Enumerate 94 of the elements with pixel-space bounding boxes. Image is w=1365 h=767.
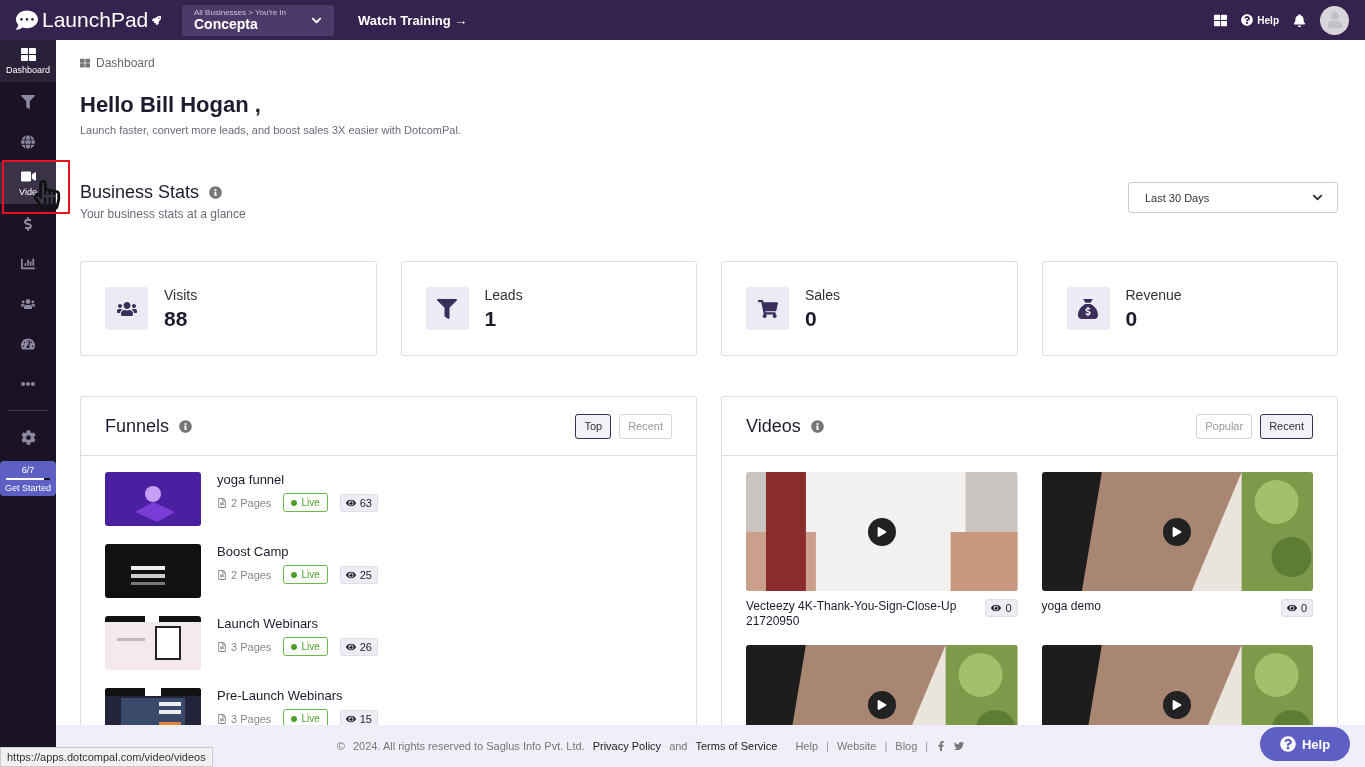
footer-link[interactable]: Blog bbox=[895, 740, 918, 752]
info-icon[interactable] bbox=[179, 419, 193, 433]
help-link[interactable]: Help bbox=[1241, 14, 1279, 26]
conjunction-text: and bbox=[669, 740, 688, 752]
separator: | bbox=[884, 740, 888, 752]
eye-icon bbox=[345, 569, 356, 580]
twitter-icon[interactable] bbox=[954, 741, 965, 751]
video-camera-icon bbox=[20, 169, 36, 184]
privacy-link[interactable]: Privacy Policy bbox=[592, 740, 662, 752]
view-count: 26 bbox=[339, 637, 378, 656]
help-icon bbox=[1279, 736, 1296, 752]
section-subtitle: Your business stats at a glance bbox=[80, 207, 246, 221]
page-count: 3 Pages bbox=[217, 712, 272, 725]
money-bag-icon bbox=[1078, 298, 1098, 319]
user-avatar[interactable] bbox=[1320, 5, 1349, 35]
business-selector[interactable]: All Businesses > You're In Concepta bbox=[182, 4, 334, 36]
eye-icon bbox=[1286, 603, 1297, 613]
page-count: 2 Pages bbox=[217, 568, 272, 581]
greeting-title: Hello Bill Hogan , bbox=[80, 92, 262, 118]
dollar-icon bbox=[21, 217, 35, 231]
document-icon bbox=[217, 713, 227, 724]
date-range-select[interactable]: Last 30 Days bbox=[1128, 182, 1338, 213]
bar-chart-icon bbox=[21, 257, 35, 271]
dashboard-icon bbox=[80, 58, 90, 68]
view-count: 0 bbox=[1280, 599, 1313, 617]
video-title[interactable]: Vecteezy 4K-Thank-You-Sign-Close-Up 21720950 bbox=[746, 599, 978, 629]
view-count: 63 bbox=[339, 493, 378, 512]
view-count: 25 bbox=[339, 565, 378, 584]
logo-icon bbox=[16, 9, 38, 31]
document-icon bbox=[217, 497, 227, 508]
business-crumb: All Businesses > You're In bbox=[194, 8, 287, 17]
eye-icon bbox=[345, 713, 356, 724]
funnel-name[interactable]: Launch Webinars bbox=[217, 616, 378, 631]
copyright-icon: © bbox=[336, 740, 345, 752]
business-name: Concepta bbox=[194, 17, 259, 32]
help-button[interactable]: Help bbox=[1260, 727, 1350, 761]
footer-link[interactable]: Website bbox=[836, 740, 877, 752]
page-count: 3 Pages bbox=[217, 640, 272, 653]
eye-icon bbox=[345, 497, 356, 508]
page-count: 2 Pages bbox=[217, 496, 272, 509]
document-icon bbox=[217, 569, 227, 580]
filter-tab[interactable]: Recent bbox=[1260, 413, 1313, 439]
filter-icon bbox=[21, 95, 35, 109]
dashboard-icon bbox=[20, 47, 36, 62]
status-label: Live bbox=[283, 637, 328, 656]
stat-value: 0 bbox=[805, 306, 818, 331]
chevron-down-icon bbox=[1312, 192, 1323, 203]
funnel-name[interactable]: yoga funnel bbox=[217, 472, 378, 487]
brand-name: LaunchPad bbox=[42, 8, 149, 32]
stat-label: Leads bbox=[484, 286, 523, 303]
help-icon bbox=[1241, 14, 1254, 26]
filter-tab[interactable]: Top bbox=[575, 413, 612, 439]
panel-title: Funnels bbox=[105, 415, 170, 437]
eye-icon bbox=[991, 603, 1002, 613]
separator: | bbox=[826, 740, 829, 752]
greeting-subtitle: Launch faster, convert more leads, and boost sales 3X easier with DotcomPal. bbox=[80, 124, 462, 136]
video-title[interactable]: yoga demo bbox=[1041, 599, 1101, 617]
terms-link[interactable]: Terms of Service bbox=[695, 740, 778, 752]
stat-value: 88 bbox=[164, 306, 189, 331]
rocket-icon bbox=[152, 15, 162, 25]
stat-label: Sales bbox=[805, 286, 841, 303]
view-count: 15 bbox=[339, 709, 378, 725]
info-icon[interactable] bbox=[810, 419, 824, 433]
facebook-icon[interactable] bbox=[936, 741, 947, 751]
globe-icon bbox=[21, 135, 35, 149]
info-icon[interactable] bbox=[209, 186, 223, 199]
apps-icon[interactable] bbox=[1214, 13, 1228, 27]
watch-training-link[interactable]: Watch Training → bbox=[358, 12, 468, 28]
cart-icon bbox=[757, 298, 778, 319]
view-count: 0 bbox=[985, 599, 1018, 617]
status-label: Live bbox=[283, 493, 328, 512]
status-url: https://apps.dotcompal.com/video/videos bbox=[0, 747, 213, 767]
settings-icon bbox=[20, 429, 36, 445]
copyright-text: 2024. All rights reserved to Saglus Info Pvt. Ltd. bbox=[352, 740, 585, 752]
breadcrumb: Dashboard bbox=[96, 56, 155, 70]
status-label: Live bbox=[283, 565, 328, 584]
filter-icon bbox=[437, 298, 457, 319]
gauge-icon bbox=[21, 337, 35, 351]
get-started-button[interactable]: 6/7 Get Started bbox=[0, 461, 56, 496]
sidebar-item[interactable]: Dashboard bbox=[0, 40, 56, 82]
bell-icon[interactable] bbox=[1293, 13, 1306, 27]
panel-title: Videos bbox=[746, 415, 801, 437]
stat-label: Visits bbox=[164, 286, 198, 303]
stat-label: Revenue bbox=[1125, 286, 1182, 303]
users-icon bbox=[21, 297, 35, 311]
section-title: Business Stats bbox=[80, 182, 200, 203]
funnel-name[interactable]: Pre-Launch Webinars bbox=[217, 688, 378, 703]
document-icon bbox=[217, 641, 227, 652]
funnel-name[interactable]: Boost Camp bbox=[217, 544, 378, 559]
separator: | bbox=[925, 740, 929, 752]
stat-value: 0 bbox=[1125, 306, 1139, 331]
footer-link[interactable]: Help bbox=[795, 740, 819, 752]
stat-value: 1 bbox=[484, 306, 498, 331]
eye-icon bbox=[345, 641, 356, 652]
